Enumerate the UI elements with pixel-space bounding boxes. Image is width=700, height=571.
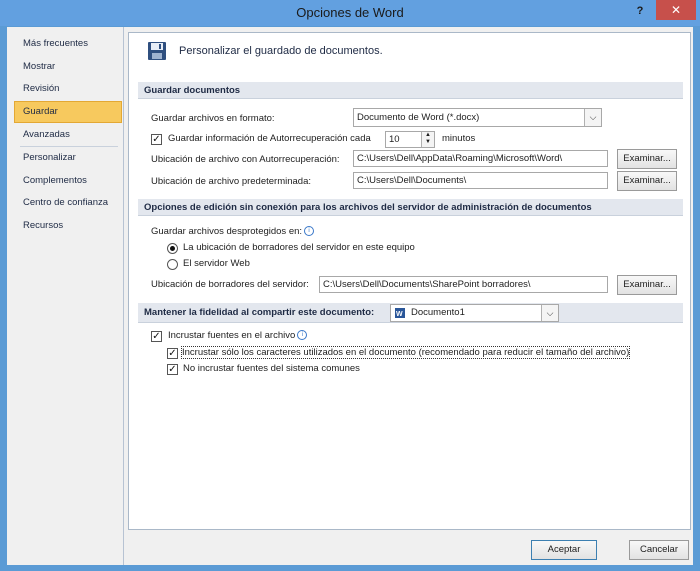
title-bar: Opciones de Word ? ✕ [0,0,700,26]
autorecover-minutes-value: 10 [389,134,400,145]
chevron-down-icon: ⌵ [584,109,601,126]
help-button[interactable]: ? [632,5,648,21]
sidebar-item-mas-frecuentes[interactable]: Más frecuentes [12,33,122,56]
autorecover-checkbox[interactable]: ✓ [151,134,162,145]
fidelity-document-value: Documento1 [411,307,465,318]
format-dropdown[interactable]: Documento de Word (*.docx) ⌵ [353,108,602,127]
embed-used-chars-checkbox[interactable]: ✓ [167,348,178,359]
info-icon: i [297,330,308,341]
ok-button[interactable]: Aceptar [531,540,597,560]
embed-fonts-text: Incrustar fuentes en el archivo [168,330,296,341]
sidebar-divider [123,27,124,565]
save-checked-out-text: Guardar archivos desprotegidos en: [151,226,303,237]
spinner-arrows-icon[interactable]: ▲ ▼ [421,132,434,147]
autorecover-label: Guardar información de Autorrecuperación… [168,133,371,144]
panel-title: Personalizar el guardado de documentos. [179,45,383,57]
info-icon: i [304,226,315,237]
word-document-icon: W [395,308,405,318]
panel-header: Personalizar el guardado de documentos. [129,33,690,69]
sidebar-item-complementos[interactable]: Complementos [12,170,122,193]
radio-web-server[interactable] [167,259,178,270]
radio-server-drafts-label: La ubicación de borradores del servidor … [183,242,415,253]
embed-fonts-label: Incrustar fuentes en el archivo i [168,330,308,341]
dialog-title: Opciones de Word [296,5,404,20]
minutes-label: minutos [442,133,476,144]
drafts-location-input[interactable]: C:\Users\Dell\Documents\SharePoint borra… [319,276,608,293]
default-location-label: Ubicación de archivo predeterminada: [151,176,312,187]
autorecover-location-input[interactable]: C:\Users\Dell\AppData\Roaming\Microsoft\… [353,150,608,167]
fidelity-document-dropdown[interactable]: W Documento1 ⌵ [390,304,559,322]
sidebar-item-recursos[interactable]: Recursos [12,215,122,238]
sidebar: Más frecuentes Mostrar Revisión Guardar … [12,32,122,232]
no-common-fonts-checkbox[interactable]: ✓ [167,364,178,375]
radio-web-server-label: El servidor Web [183,258,250,269]
radio-server-drafts[interactable] [167,243,178,254]
chevron-down-icon: ⌵ [541,305,558,321]
svg-text:W: W [396,311,403,318]
autorecover-minutes-spinner[interactable]: 10 ▲ ▼ [385,131,435,148]
sidebar-item-personalizar[interactable]: Personalizar [12,147,122,170]
dialog-body: Más frecuentes Mostrar Revisión Guardar … [7,27,693,565]
radio-selected-dot [170,246,175,251]
embed-fonts-checkbox[interactable]: ✓ [151,331,162,342]
default-location-input[interactable]: C:\Users\Dell\Documents\ [353,172,608,189]
options-panel: Personalizar el guardado de documentos. … [128,32,691,530]
sidebar-item-avanzadas[interactable]: Avanzadas [12,124,122,147]
save-icon [148,42,166,60]
format-value: Documento de Word (*.docx) [357,112,480,123]
sidebar-item-mostrar[interactable]: Mostrar [12,56,122,79]
section-header-save: Guardar documentos [138,82,683,99]
dialog-window: Opciones de Word ? ✕ Más frecuentes Most… [0,0,700,571]
section-header-offline: Opciones de edición sin conexión para lo… [138,199,683,216]
embed-used-chars-label: Incrustar sólo los caracteres utilizados… [180,346,631,359]
cancel-button[interactable]: Cancelar [629,540,689,560]
close-button[interactable]: ✕ [656,0,696,20]
browse-drafts-button[interactable]: Examinar... [617,275,677,295]
browse-autorecover-button[interactable]: Examinar... [617,149,677,169]
browse-default-button[interactable]: Examinar... [617,171,677,191]
save-checked-out-label: Guardar archivos desprotegidos en: i [151,226,315,237]
no-common-fonts-label: No incrustar fuentes del sistema comunes [183,363,360,374]
format-label: Guardar archivos en formato: [151,113,275,124]
sidebar-item-revision[interactable]: Revisión [12,78,122,101]
sidebar-item-centro-de-confianza[interactable]: Centro de confianza [12,192,122,215]
drafts-location-label: Ubicación de borradores del servidor: [151,279,309,290]
autorecover-location-label: Ubicación de archivo con Autorrecuperaci… [151,154,340,165]
sidebar-item-guardar[interactable]: Guardar [14,100,122,123]
